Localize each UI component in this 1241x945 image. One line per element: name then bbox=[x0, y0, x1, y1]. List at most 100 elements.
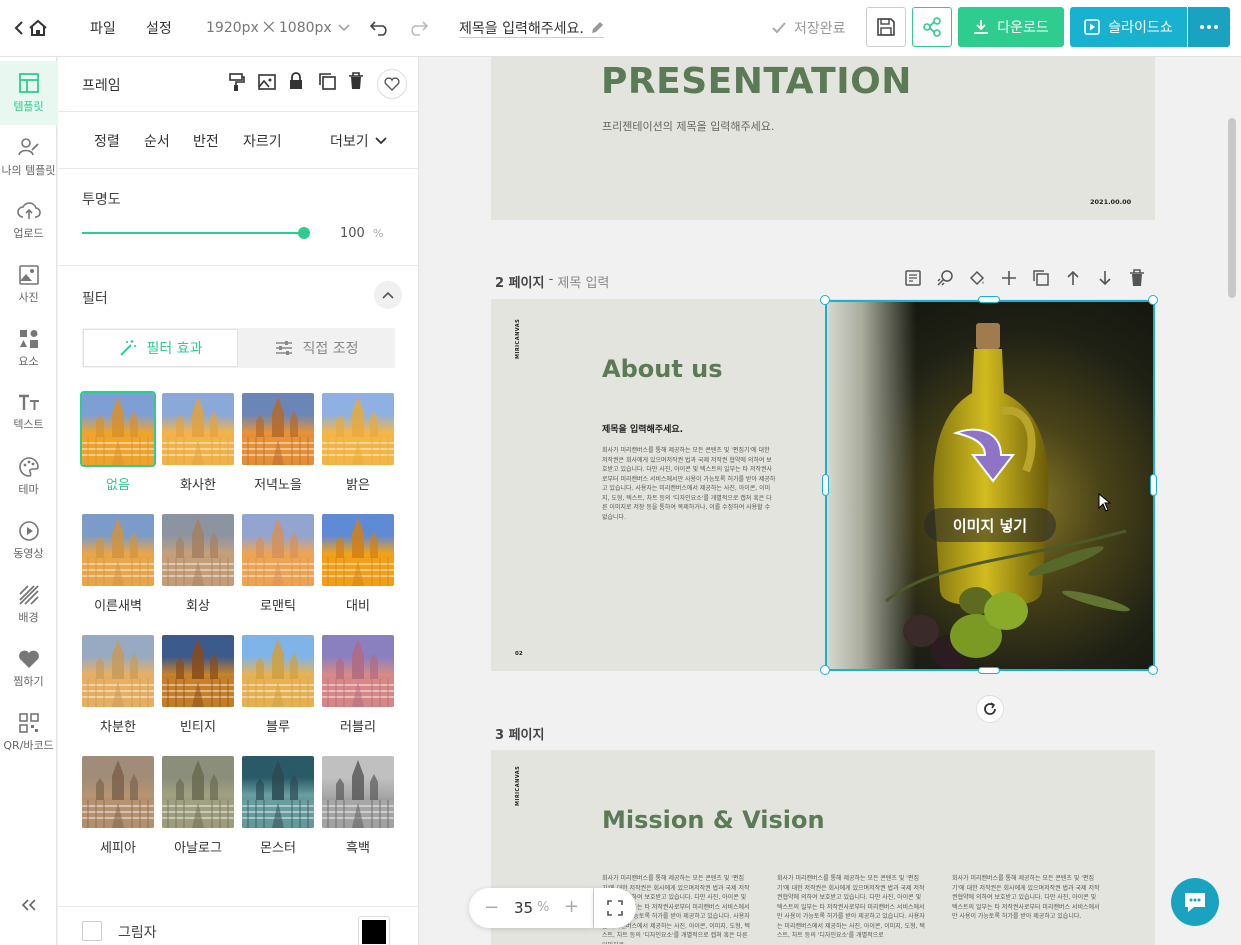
top-bar: 파일 설정 1920px ⨉ 1080px 제목을 입력해주세요. 저장완료 다… bbox=[0, 0, 1241, 57]
opacity-value[interactable]: 100 bbox=[340, 226, 365, 241]
redo-button[interactable] bbox=[408, 0, 428, 56]
delete-page-icon[interactable] bbox=[1128, 269, 1146, 287]
rail-item-favorites[interactable]: 찜하기 bbox=[0, 637, 57, 701]
slide-2[interactable]: MIRICANVAS About us 제목을 입력해주세요. 회사가 미리캔버… bbox=[491, 295, 1158, 675]
filter-option[interactable]: 세피아 bbox=[82, 756, 154, 856]
crop-button[interactable]: 자르기 bbox=[243, 131, 282, 151]
rail-item-upload[interactable]: 업로드 bbox=[0, 189, 57, 253]
rail-item-video[interactable]: 동영상 bbox=[0, 509, 57, 573]
filter-label: 밝은 bbox=[346, 478, 370, 493]
trash-icon bbox=[349, 72, 363, 89]
rail-item-photo[interactable]: 사진 bbox=[0, 253, 57, 317]
filter-option[interactable]: 대비 bbox=[322, 514, 394, 614]
undo-button[interactable] bbox=[370, 0, 390, 56]
slide-1[interactable]: PRESENTATION 프리젠테이션의 제목을 입력해주세요. 2021.00… bbox=[491, 57, 1155, 220]
filter-label: 세피아 bbox=[100, 841, 136, 856]
filter-thumbnail bbox=[162, 393, 234, 465]
filter-option[interactable]: 몬스터 bbox=[242, 756, 314, 856]
rail-item-background[interactable]: 배경 bbox=[0, 573, 57, 637]
rail-item-my-template[interactable]: 나의 템플릿 bbox=[0, 125, 57, 189]
fit-screen-button[interactable] bbox=[594, 888, 636, 928]
filter-thumbnail bbox=[80, 391, 156, 467]
resize-handle-bottom-right[interactable] bbox=[1148, 665, 1158, 675]
canvas-size-dropdown[interactable]: 1920px ⨉ 1080px bbox=[206, 0, 350, 56]
duplicate-button[interactable] bbox=[318, 72, 344, 96]
filter-thumbnail bbox=[162, 635, 234, 707]
page-2-title-input[interactable]: 제목 입력 bbox=[557, 272, 609, 291]
filter-option[interactable]: 블루 bbox=[242, 635, 314, 735]
shadow-checkbox[interactable] bbox=[82, 921, 102, 941]
filter-option[interactable]: 빈티지 bbox=[162, 635, 234, 735]
flip-button[interactable]: 반전 bbox=[193, 131, 219, 151]
rail-item-theme[interactable]: 테마 bbox=[0, 445, 57, 509]
filter-option[interactable]: 밝은 bbox=[322, 393, 394, 493]
filter-option[interactable]: 러블리 bbox=[322, 635, 394, 735]
favorite-button[interactable] bbox=[377, 69, 407, 99]
image-frame[interactable]: 이미지 넣기 bbox=[826, 301, 1154, 670]
zoom-out-button[interactable]: − bbox=[484, 897, 499, 918]
resize-handle-right[interactable] bbox=[1150, 474, 1157, 496]
share-button[interactable] bbox=[912, 7, 952, 47]
slideshow-button[interactable]: 슬라이드쇼 bbox=[1070, 7, 1187, 47]
order-button[interactable]: 순서 bbox=[144, 131, 170, 151]
paint-roller-button[interactable] bbox=[228, 72, 254, 96]
download-button[interactable]: 다운로드 bbox=[958, 7, 1064, 47]
filter-label: 로맨틱 bbox=[260, 599, 296, 614]
resize-handle-bottom-left[interactable] bbox=[820, 665, 830, 675]
resize-handle-bottom[interactable] bbox=[978, 667, 1000, 674]
more-options-button[interactable] bbox=[1188, 7, 1230, 47]
lock-button[interactable] bbox=[288, 72, 314, 96]
photo-icon bbox=[18, 265, 39, 285]
move-up-icon[interactable] bbox=[1064, 269, 1082, 287]
filter-option[interactable]: 화사한 bbox=[162, 393, 234, 493]
canvas-scrollbar[interactable] bbox=[1228, 118, 1236, 298]
copy-page-icon[interactable] bbox=[1032, 269, 1050, 287]
properties-panel: 프레임 정렬 순서 반전 자르기 더보기 투명도 100 % 필터 필터 효과 … bbox=[58, 57, 419, 945]
filter-option[interactable]: 이른새벽 bbox=[82, 514, 154, 614]
shadow-color-picker[interactable] bbox=[358, 916, 390, 945]
note-icon[interactable] bbox=[904, 269, 922, 287]
more-actions-button[interactable]: 더보기 bbox=[330, 131, 387, 151]
opacity-slider-handle[interactable] bbox=[298, 227, 310, 239]
tab-filter-effect-label: 필터 효과 bbox=[146, 341, 203, 357]
filter-option[interactable]: 로맨틱 bbox=[242, 514, 314, 614]
rail-item-text[interactable]: 텍스트 bbox=[0, 381, 57, 445]
replace-image-button[interactable] bbox=[258, 72, 284, 96]
move-down-icon[interactable] bbox=[1096, 269, 1114, 287]
collapse-panel-button[interactable] bbox=[0, 887, 57, 927]
filter-option[interactable]: 흑백 bbox=[322, 756, 394, 856]
file-menu[interactable]: 파일 bbox=[90, 0, 116, 56]
document-title-input[interactable]: 제목을 입력해주세요. bbox=[459, 18, 604, 38]
resize-handle-top[interactable] bbox=[978, 296, 1000, 303]
delete-button[interactable] bbox=[348, 72, 374, 96]
filter-collapse-button[interactable] bbox=[374, 281, 402, 309]
rail-item-template[interactable]: 템플릿 bbox=[0, 61, 57, 125]
rail-item-elements[interactable]: 요소 bbox=[0, 317, 57, 381]
rail-item-qr[interactable]: QR/바코드 bbox=[0, 701, 57, 765]
filter-option[interactable]: 저녁노을 bbox=[242, 393, 314, 493]
tab-filter-effect[interactable]: 필터 효과 bbox=[83, 329, 238, 367]
copy-icon bbox=[319, 73, 336, 90]
filter-option[interactable]: 차분한 bbox=[82, 635, 154, 735]
settings-menu[interactable]: 설정 bbox=[146, 0, 172, 56]
chat-support-button[interactable] bbox=[1171, 878, 1219, 926]
resize-handle-top-right[interactable] bbox=[1148, 295, 1158, 305]
resize-handle-top-left[interactable] bbox=[820, 295, 830, 305]
rotate-handle[interactable] bbox=[976, 695, 1004, 723]
opacity-slider-track[interactable] bbox=[82, 227, 310, 239]
back-home-button[interactable] bbox=[14, 0, 54, 56]
add-page-icon[interactable] bbox=[1000, 269, 1018, 287]
resize-handle-left[interactable] bbox=[822, 474, 829, 496]
zoom-in-button[interactable]: + bbox=[564, 896, 579, 917]
filter-option[interactable]: 아날로그 bbox=[162, 756, 234, 856]
paint-bucket-icon[interactable] bbox=[968, 269, 986, 287]
zoom-value[interactable]: 35 bbox=[514, 899, 533, 917]
filter-label: 이른새벽 bbox=[94, 599, 142, 614]
animation-icon[interactable] bbox=[936, 269, 954, 287]
filter-option[interactable]: 회상 bbox=[162, 514, 234, 614]
align-button[interactable]: 정렬 bbox=[94, 131, 120, 151]
image-insert-hint: 이미지 넣기 bbox=[924, 508, 1056, 542]
tab-manual-adjust[interactable]: 직접 조정 bbox=[239, 329, 394, 367]
filter-option[interactable]: 없음 bbox=[80, 391, 156, 493]
save-button[interactable] bbox=[866, 7, 906, 47]
